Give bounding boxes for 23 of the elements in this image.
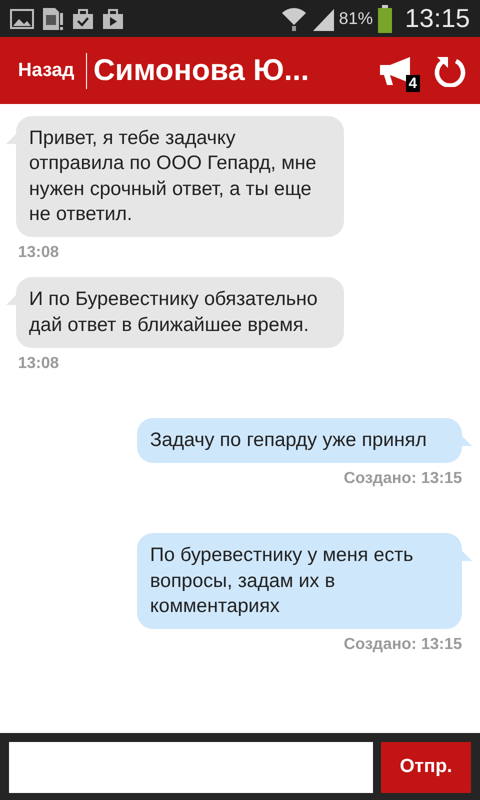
message-input[interactable] [9,742,373,793]
gallery-icon [10,8,34,28]
message-text: Задачу по гепарду уже принял [150,429,427,452]
sim-card-icon [42,6,64,30]
message-time: Создано: 13:15 [344,635,462,656]
notification-count: 4 [406,74,420,92]
message-time: 13:08 [18,354,59,374]
refresh-icon[interactable] [434,54,466,86]
shopping-bag-icon [72,8,94,30]
message-text: По буревестнику у меня есть вопросы, задам их в комментариях [150,544,414,618]
clock: 13:15 [404,2,470,35]
chat-title: Симонова Ю... [92,53,310,89]
message-text: Привет, я тебе задачку отправила по ООО Гепард, мне нужен срочный ответ, а ты еще не ответил. [29,127,316,226]
wifi-icon [280,6,307,32]
message-time: 13:08 [18,243,59,264]
back-button[interactable]: Назад [18,52,88,88]
play-store-icon [102,8,124,30]
signal-icon [310,6,335,30]
message-text: И по Буревестнику обязательно дай ответ в ближайшее время. [29,288,318,336]
message-time: Создано: 13:15 [344,469,462,490]
send-button[interactable]: Отпр. [381,742,471,793]
battery-percent: 81% [338,8,373,30]
battery-icon [376,4,393,32]
